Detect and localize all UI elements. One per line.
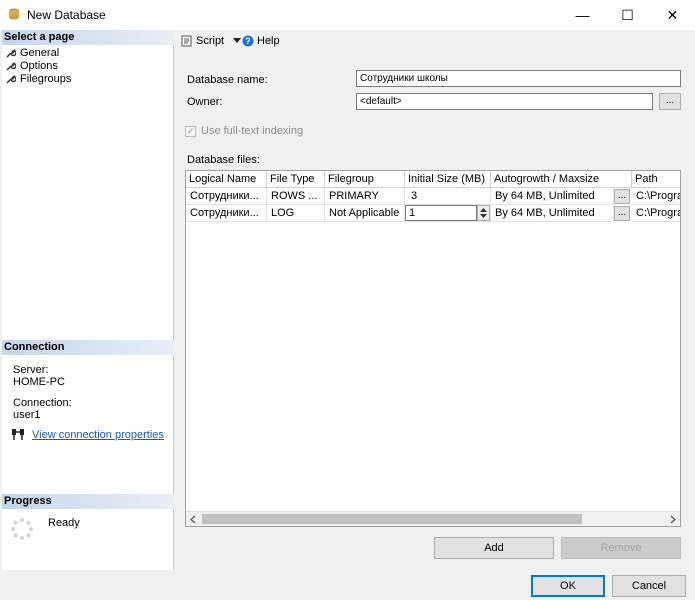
page-item-label: Filegroups [20, 72, 72, 85]
dropdown-arrow-icon[interactable] [233, 38, 242, 44]
connection-header: Connection [2, 340, 174, 355]
column-header-logical-name[interactable]: Logical Name [186, 171, 267, 188]
minimize-button[interactable]: — [560, 0, 605, 30]
column-header-autogrowth[interactable]: Autogrowth / Maxsize [491, 171, 632, 188]
table-row-1-logical-name[interactable]: Сотрудники... [186, 188, 267, 205]
wrench-icon [6, 61, 16, 71]
server-value: HOME-PC [13, 376, 65, 388]
wrench-icon [6, 74, 16, 84]
window-title: New Database [27, 8, 106, 22]
table-row-1-autogrowth[interactable]: By 64 MB, Unlimited [491, 188, 614, 205]
script-button[interactable]: Script [181, 35, 242, 47]
database-name-label: Database name: [187, 74, 268, 86]
row-2-autogrowth-browse-button[interactable]: ... [614, 206, 630, 221]
script-icon [181, 35, 192, 47]
table-row-2-autogrowth[interactable]: By 64 MB, Unlimited [491, 205, 614, 222]
maximize-icon: ☐ [621, 6, 634, 23]
fulltext-label: Use full-text indexing [201, 125, 304, 137]
connection-label: Connection: [13, 397, 72, 409]
connection-value: user1 [13, 409, 41, 421]
table-row-2-filegroup[interactable]: Not Applicable [325, 205, 405, 222]
table-row-2-path[interactable]: C:\Progra [632, 205, 680, 222]
add-button[interactable]: Add [434, 537, 554, 559]
progress-header: Progress [2, 494, 174, 509]
database-name-input[interactable]: Сотрудники школы [356, 70, 681, 87]
connection-properties-icon [12, 429, 24, 440]
page-item-label: General [20, 46, 60, 59]
server-label: Server: [13, 364, 49, 376]
scroll-left-icon[interactable] [189, 515, 197, 524]
initial-size-spinner-input[interactable]: 1 [405, 205, 477, 221]
progress-spinner-icon [11, 518, 33, 540]
database-icon [9, 8, 19, 20]
table-row-1-filegroup[interactable]: PRIMARY [325, 188, 405, 205]
view-connection-properties-link[interactable]: View connection properties [32, 429, 164, 441]
script-label: Script [196, 35, 225, 47]
help-label: Help [257, 35, 280, 47]
minimize-icon: — [575, 7, 590, 23]
maximize-button[interactable]: ☐ [605, 0, 650, 30]
close-icon: ✕ [666, 6, 679, 23]
owner-browse-button[interactable]: ... [659, 93, 681, 110]
left-pane: Select a page General Options Filegroups… [2, 30, 174, 570]
fulltext-checkbox[interactable]: ✓ [185, 126, 196, 137]
help-button[interactable]: ? Help [242, 35, 280, 47]
owner-input[interactable]: <default> [356, 93, 653, 110]
page-item-general[interactable]: General [6, 46, 59, 59]
initial-size-spinner[interactable] [477, 205, 490, 221]
column-header-file-type[interactable]: File Type [267, 171, 325, 188]
cancel-button[interactable]: Cancel [612, 575, 686, 597]
ok-button[interactable]: OK [531, 575, 605, 597]
close-button[interactable]: ✕ [650, 0, 695, 30]
database-files-grid[interactable]: Logical Name File Type Filegroup Initial… [185, 170, 681, 527]
table-row-1-initial-size[interactable]: 3 [405, 188, 491, 205]
dialog-footer: OK Cancel [0, 570, 695, 600]
remove-button[interactable]: Remove [561, 537, 681, 559]
scroll-right-icon[interactable] [669, 515, 677, 524]
page-item-label: Options [20, 59, 58, 72]
table-row-1-file-type[interactable]: ROWS ... [267, 188, 325, 205]
database-files-label: Database files: [187, 154, 260, 166]
wrench-icon [6, 48, 16, 58]
row-1-autogrowth-browse-button[interactable]: ... [614, 189, 630, 204]
page-item-options[interactable]: Options [6, 59, 58, 72]
table-row-2-logical-name[interactable]: Сотрудники... [186, 205, 267, 222]
svg-text:?: ? [245, 36, 251, 46]
column-header-path[interactable]: Path [632, 171, 680, 188]
spinner-arrows-icon [480, 208, 487, 218]
table-row-2-file-type[interactable]: LOG [267, 205, 325, 222]
help-icon: ? [242, 35, 254, 47]
title-bar: New Database — ☐ ✕ [0, 0, 695, 30]
page-item-filegroups[interactable]: Filegroups [6, 72, 71, 85]
table-row-1-path[interactable]: C:\Progra [632, 188, 680, 205]
scrollbar-thumb[interactable] [202, 514, 582, 524]
progress-status: Ready [48, 517, 80, 529]
select-page-header: Select a page [2, 30, 174, 45]
column-header-initial-size[interactable]: Initial Size (MB) [405, 171, 491, 188]
table-row-2-initial-size-cell: 1 [405, 205, 491, 222]
grid-horizontal-scrollbar[interactable] [186, 511, 680, 526]
column-header-filegroup[interactable]: Filegroup [325, 171, 405, 188]
right-pane: Script ? Help Database name: Сотрудники … [175, 30, 695, 570]
owner-label: Owner: [187, 96, 223, 108]
